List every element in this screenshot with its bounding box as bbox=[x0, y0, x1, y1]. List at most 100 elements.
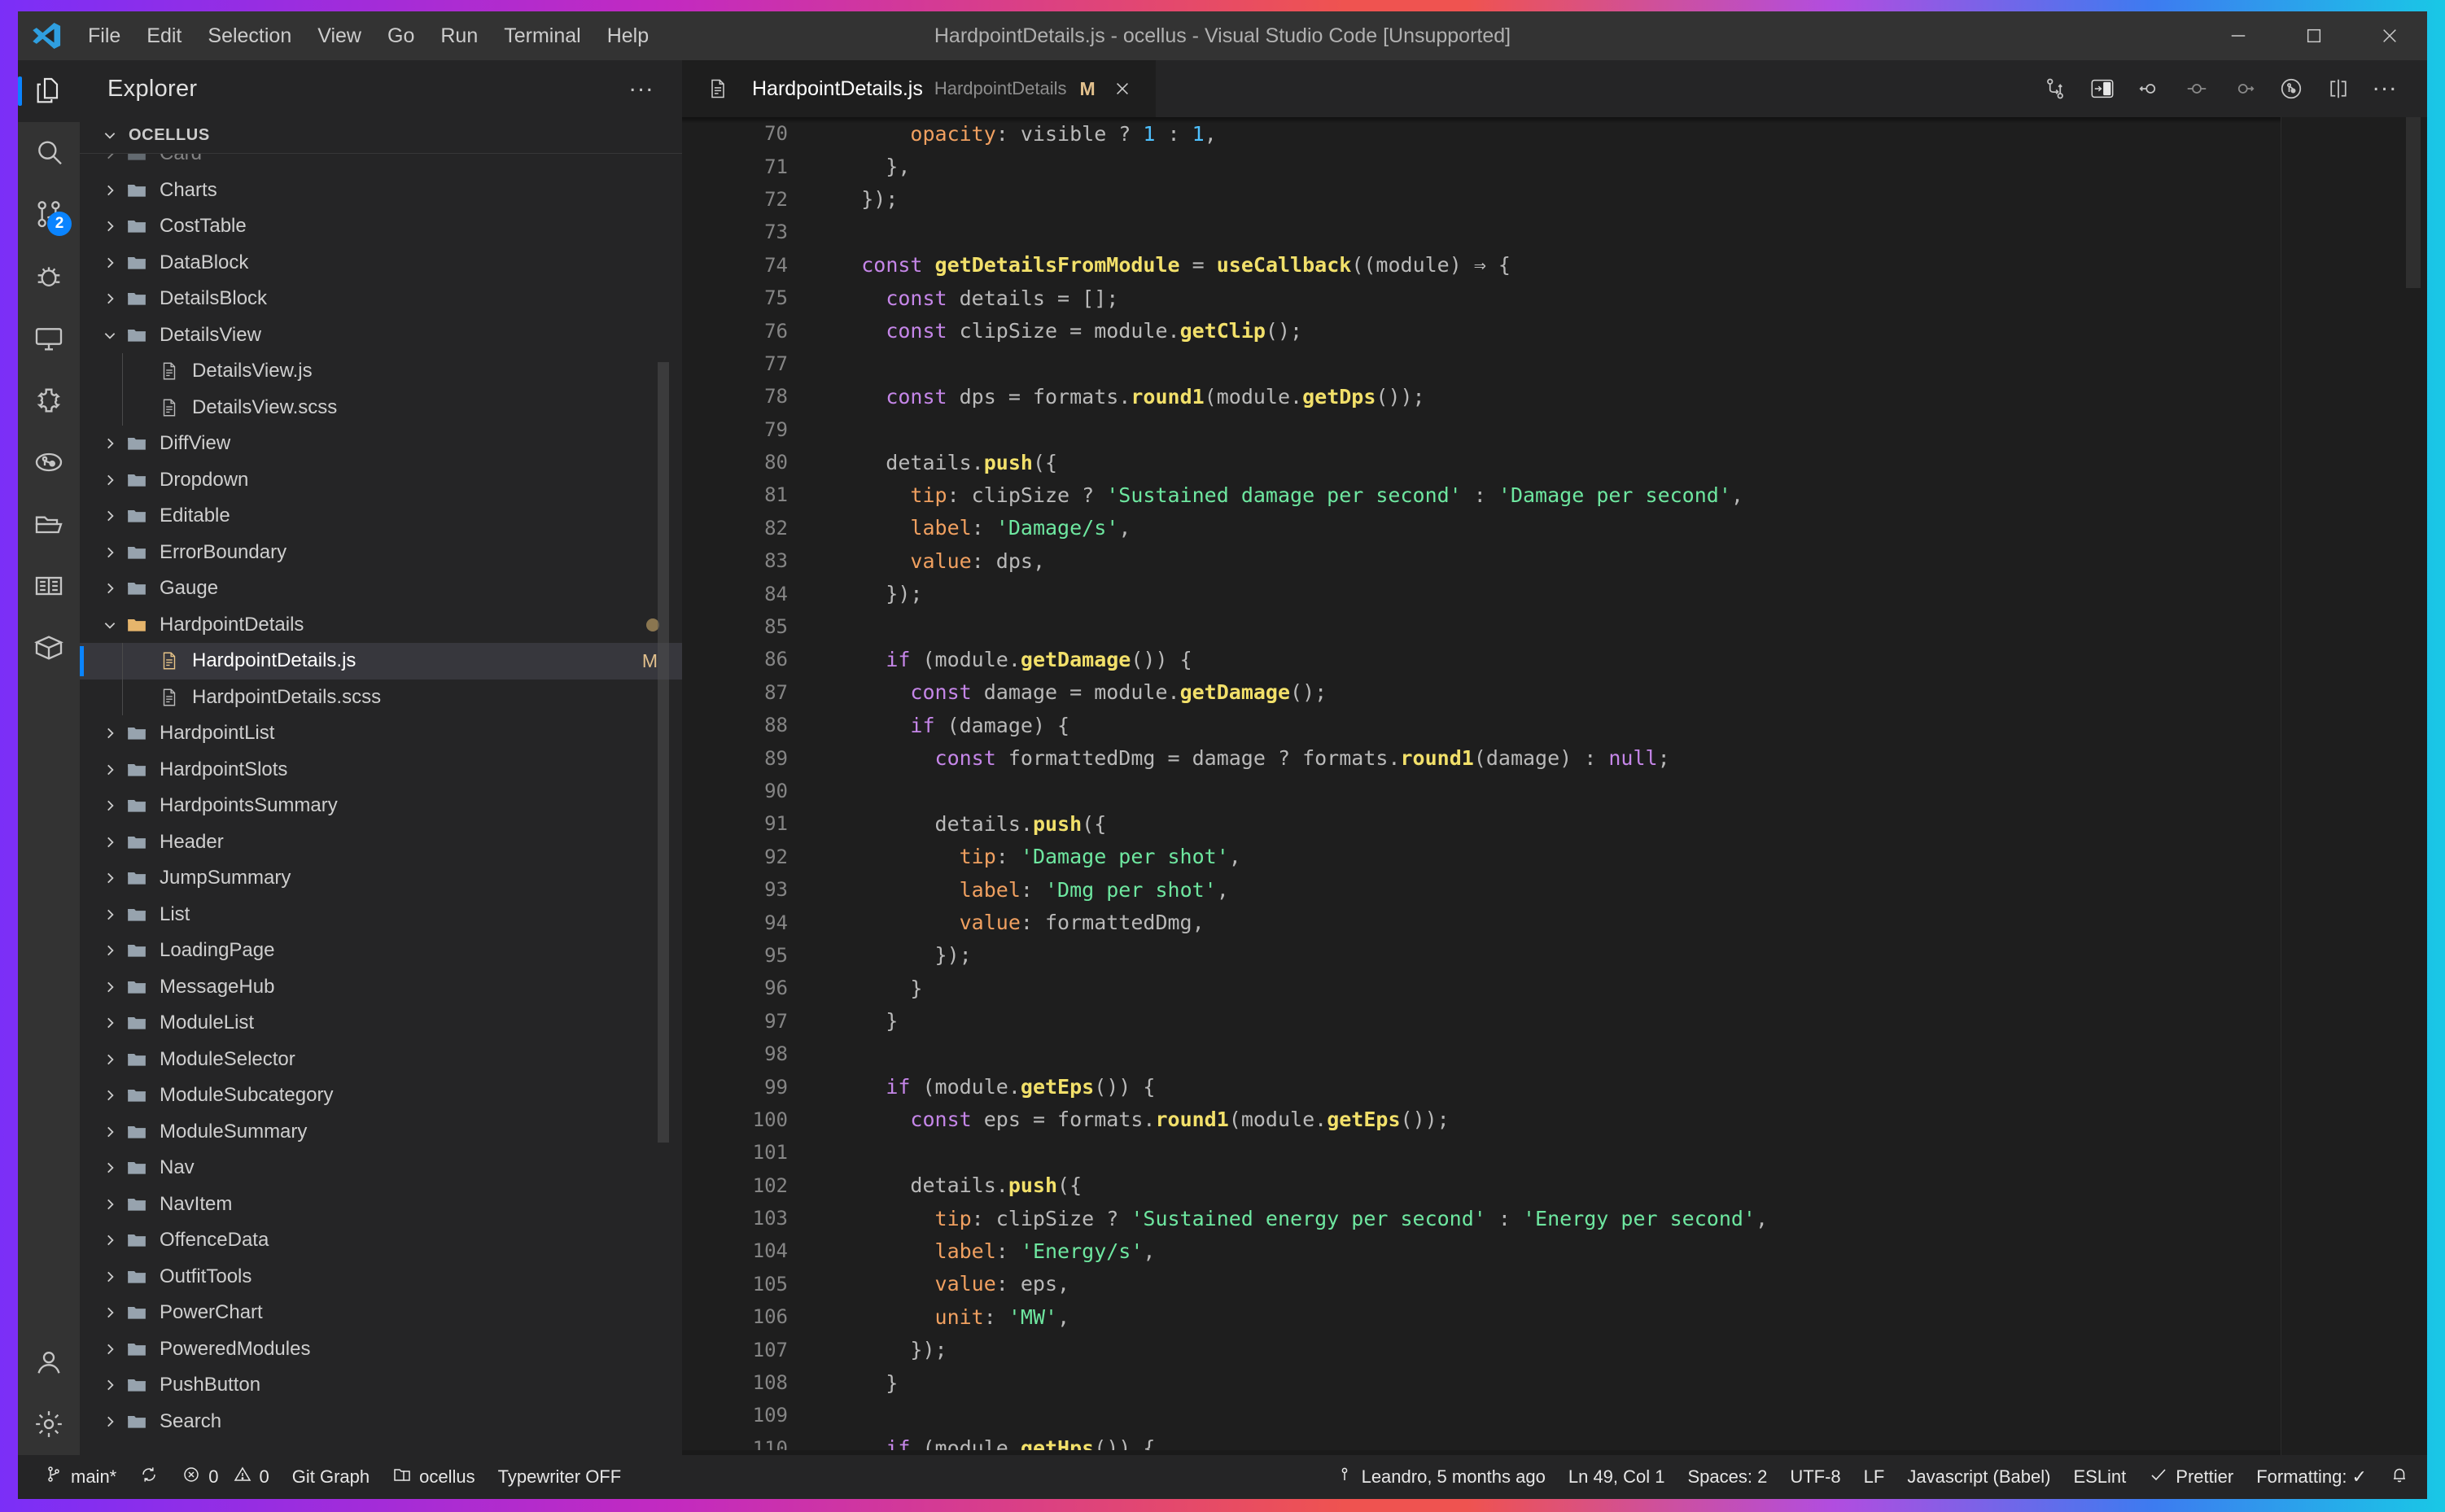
tab-hardpointdetails-js[interactable]: HardpointDetails.js HardpointDetails M bbox=[682, 60, 1157, 117]
open-to-side-icon[interactable] bbox=[2081, 68, 2124, 110]
code-editor[interactable]: 70 opacity: visible ? 1 : 1, 71 }, 72 }); 7… bbox=[682, 117, 2427, 1455]
code-line[interactable]: 108 } bbox=[682, 1366, 2281, 1399]
code-line[interactable]: 87 const damage = module.getDamage(); bbox=[682, 676, 2281, 709]
code-line[interactable]: 81 tip: clipSize ? 'Sustained damage per… bbox=[682, 479, 2281, 511]
current-change-icon[interactable] bbox=[2176, 68, 2218, 110]
tree-folder-row[interactable]: PowerChart bbox=[80, 1295, 682, 1331]
sidebar-scrollbar[interactable] bbox=[658, 362, 669, 1143]
code-line[interactable]: 92 tip: 'Damage per shot', bbox=[682, 841, 2281, 873]
tree-folder-row[interactable]: PoweredModules bbox=[80, 1331, 682, 1368]
tree-folder-row[interactable]: DetailsView bbox=[80, 317, 682, 354]
status-workspace[interactable]: ocellus bbox=[381, 1455, 486, 1499]
status-eslint[interactable]: ESLint bbox=[2062, 1455, 2137, 1499]
code-line[interactable]: 109 bbox=[682, 1399, 2281, 1431]
tree-folder-row[interactable]: Gauge bbox=[80, 570, 682, 607]
tree-folder-row[interactable]: Nav bbox=[80, 1150, 682, 1186]
maximize-button[interactable] bbox=[2276, 11, 2351, 60]
sidebar-more-actions-icon[interactable]: ... bbox=[629, 72, 654, 98]
next-change-icon[interactable] bbox=[2223, 68, 2265, 110]
sidebar-actions[interactable]: ... bbox=[629, 72, 654, 98]
code-line[interactable]: 77 bbox=[682, 347, 2281, 380]
tree-folder-row[interactable]: PushButton bbox=[80, 1367, 682, 1404]
code-line[interactable]: 97 } bbox=[682, 1005, 2281, 1038]
previous-change-icon[interactable] bbox=[2128, 68, 2171, 110]
code-line[interactable]: 96 } bbox=[682, 972, 2281, 1004]
activity-item-search[interactable] bbox=[18, 122, 80, 184]
tree-folder-row[interactable]: OffenceData bbox=[80, 1222, 682, 1259]
minimize-button[interactable] bbox=[2200, 11, 2276, 60]
menu-terminal[interactable]: Terminal bbox=[491, 20, 593, 53]
code-line[interactable]: 104 label: 'Energy/s', bbox=[682, 1235, 2281, 1267]
menu-edit[interactable]: Edit bbox=[133, 20, 195, 53]
editor-vertical-scrollbar[interactable] bbox=[2406, 117, 2421, 288]
menu-go[interactable]: Go bbox=[374, 20, 427, 53]
code-lines-container[interactable]: 70 opacity: visible ? 1 : 1, 71 }, 72 }); 7… bbox=[682, 117, 2281, 1455]
close-button[interactable] bbox=[2351, 11, 2427, 60]
status-problems[interactable]: 0 0 bbox=[170, 1455, 281, 1499]
tree-folder-row[interactable]: List bbox=[80, 897, 682, 933]
code-line[interactable]: 73 bbox=[682, 216, 2281, 248]
menu-file[interactable]: File bbox=[75, 20, 133, 53]
file-tree-scroll[interactable]: Card Charts CostTable DataBlock DetailsBlock… bbox=[80, 153, 682, 1455]
activity-item-source-control[interactable]: 2 bbox=[18, 184, 80, 246]
status-notifications[interactable] bbox=[2378, 1455, 2421, 1499]
status-prettier[interactable]: Prettier bbox=[2137, 1455, 2245, 1499]
status-cursor-position[interactable]: Ln 49, Col 1 bbox=[1557, 1455, 1677, 1499]
code-line[interactable]: 98 bbox=[682, 1038, 2281, 1070]
tree-folder-row[interactable]: HardpointsSummary bbox=[80, 788, 682, 824]
tree-file-row[interactable]: HardpointDetails.js M bbox=[80, 643, 682, 680]
code-line[interactable]: 74 const getDetailsFromModule = useCallb… bbox=[682, 249, 2281, 282]
code-line[interactable]: 90 bbox=[682, 775, 2281, 807]
window-controls[interactable] bbox=[2200, 11, 2427, 60]
code-line[interactable]: 94 value: formattedDmg, bbox=[682, 906, 2281, 938]
code-line[interactable]: 78 const dps = formats.round1(module.get… bbox=[682, 380, 2281, 413]
code-line[interactable]: 89 const formattedDmg = damage ? formats… bbox=[682, 741, 2281, 774]
tree-file-row[interactable]: DetailsView.js bbox=[80, 353, 682, 390]
split-editor-icon[interactable] bbox=[2317, 68, 2360, 110]
tree-folder-row[interactable]: JumpSummary bbox=[80, 860, 682, 897]
status-branch[interactable]: main* bbox=[33, 1455, 128, 1499]
status-sync[interactable] bbox=[128, 1455, 170, 1499]
tree-folder-row[interactable]: ModuleSelector bbox=[80, 1042, 682, 1078]
code-line[interactable]: 82 label: 'Damage/s', bbox=[682, 512, 2281, 544]
tree-folder-row[interactable]: Header bbox=[80, 824, 682, 861]
tree-folder-row[interactable]: Card bbox=[80, 154, 682, 173]
code-line[interactable]: 85 bbox=[682, 610, 2281, 643]
tree-folder-row[interactable]: Editable bbox=[80, 498, 682, 535]
code-line[interactable]: 86 if (module.getDamage()) { bbox=[682, 643, 2281, 675]
tree-folder-row[interactable]: DiffView bbox=[80, 426, 682, 462]
code-line[interactable]: 107 }); bbox=[682, 1333, 2281, 1366]
activity-item-remote-explorer[interactable] bbox=[18, 308, 80, 369]
tree-folder-row[interactable]: ModuleSummary bbox=[80, 1114, 682, 1151]
tab-close-icon[interactable] bbox=[1107, 73, 1138, 104]
activity-item-book[interactable] bbox=[18, 555, 80, 617]
menu-bar[interactable]: File Edit Selection View Go Run Terminal… bbox=[75, 20, 662, 53]
status-formatting[interactable]: Formatting: ✓ bbox=[2245, 1455, 2378, 1499]
tree-folder-row[interactable]: NavItem bbox=[80, 1186, 682, 1223]
code-line[interactable]: 103 tip: clipSize ? 'Sustained energy pe… bbox=[682, 1202, 2281, 1235]
code-line[interactable]: 70 opacity: visible ? 1 : 1, bbox=[682, 117, 2281, 150]
tree-file-row[interactable]: HardpointDetails.scss bbox=[80, 679, 682, 715]
code-line[interactable]: 84 }); bbox=[682, 577, 2281, 610]
status-git-blame[interactable]: Leandro, 5 months ago bbox=[1323, 1455, 1557, 1499]
code-line[interactable]: 79 bbox=[682, 413, 2281, 446]
tree-folder-row[interactable]: ModuleList bbox=[80, 1005, 682, 1042]
code-line[interactable]: 102 details.push({ bbox=[682, 1169, 2281, 1202]
code-line[interactable]: 106 unit: 'MW', bbox=[682, 1300, 2281, 1333]
more-actions-icon[interactable]: ... bbox=[2364, 71, 2406, 98]
menu-selection[interactable]: Selection bbox=[195, 20, 304, 53]
tree-folder-row[interactable]: Dropdown bbox=[80, 462, 682, 499]
activity-item-extensions[interactable] bbox=[18, 369, 80, 431]
tree-folder-row[interactable]: OutfitTools bbox=[80, 1259, 682, 1296]
tree-folder-row[interactable]: CostTable bbox=[80, 208, 682, 245]
status-eol[interactable]: LF bbox=[1852, 1455, 1896, 1499]
tree-folder-row[interactable]: Charts bbox=[80, 173, 682, 209]
tree-folder-row[interactable]: HardpointDetails bbox=[80, 607, 682, 644]
activity-item-package[interactable] bbox=[18, 617, 80, 679]
activity-item-folder[interactable] bbox=[18, 493, 80, 555]
code-line[interactable]: 71 }, bbox=[682, 150, 2281, 182]
menu-help[interactable]: Help bbox=[594, 20, 662, 53]
code-line[interactable]: 88 if (damage) { bbox=[682, 709, 2281, 741]
menu-view[interactable]: View bbox=[304, 20, 374, 53]
status-typewriter[interactable]: Typewriter OFF bbox=[487, 1455, 633, 1499]
